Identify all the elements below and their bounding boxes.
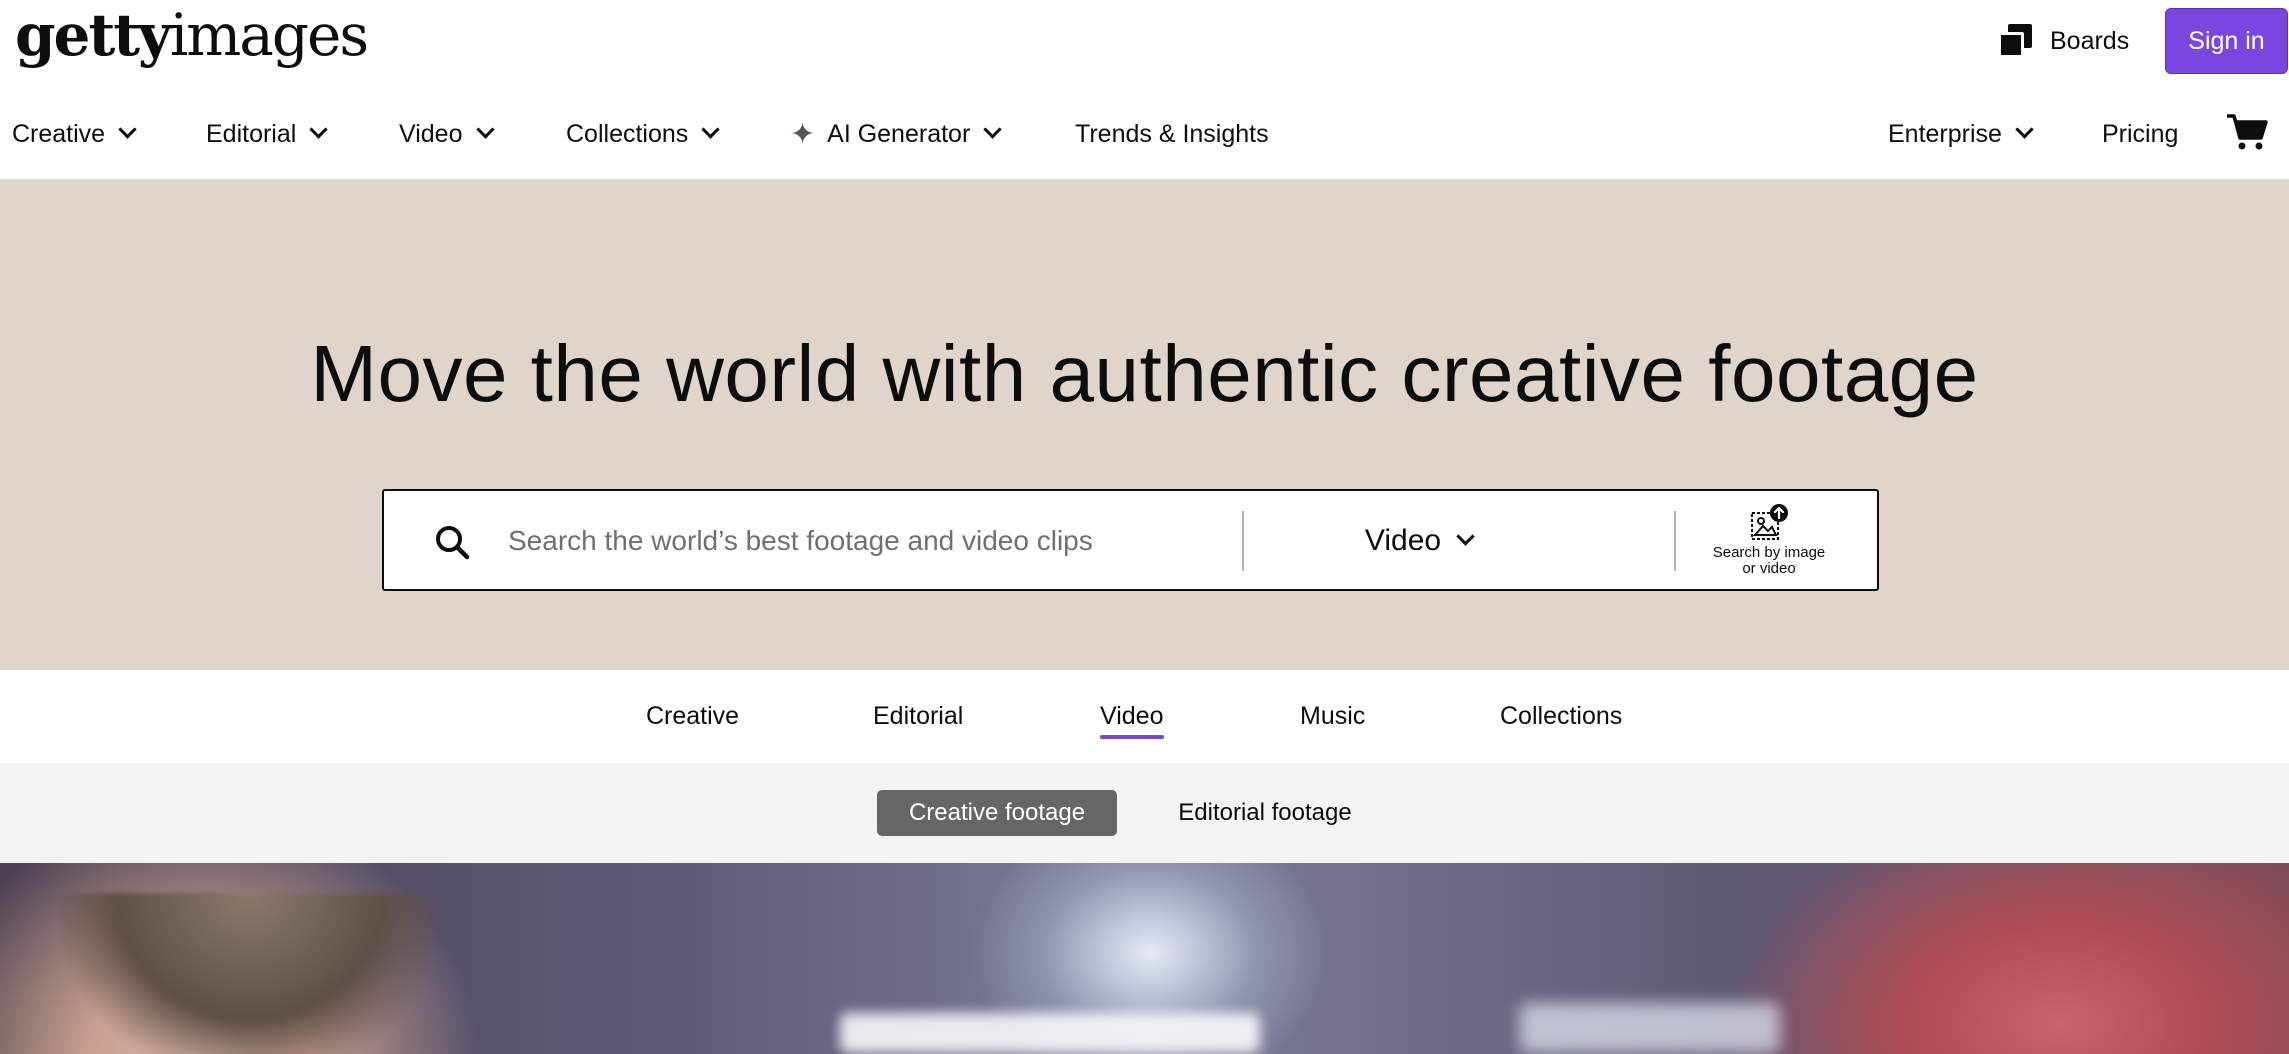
site-header: getty images Boards Sign in Creative Edit… [0,0,2289,180]
video-frame-detail [60,893,440,1054]
boards-icon [1998,24,2032,58]
search-by-image-line1: Search by image [1712,544,1826,561]
boards-label: Boards [2050,26,2130,55]
boards-link[interactable]: Boards [1998,18,2129,64]
main-nav: Creative Editorial Video Collections ✦ A… [0,104,2289,164]
chevron-down-icon [310,123,326,139]
tab-collections[interactable]: Collections [1500,670,1622,763]
subtab-editorial-footage[interactable]: Editorial footage [1160,790,1370,836]
sparkle-icon: ✦ [790,117,816,151]
nav-item-ai-generator[interactable]: ✦ AI Generator [790,104,1000,164]
nav-item-label: Enterprise [1888,119,2002,148]
nav-item-collections[interactable]: Collections [566,104,718,164]
sign-in-button[interactable]: Sign in [2165,8,2288,74]
media-type-value: Video [1364,524,1442,557]
tab-creative[interactable]: Creative [646,670,739,763]
media-type-select[interactable]: Video [1244,511,1594,571]
nav-item-label: Editorial [206,119,297,148]
chevron-down-icon [1457,530,1473,546]
hero-section: Move the world with authentic creative f… [0,180,2289,670]
footage-subtabs: Creative footage Editorial footage [0,763,2289,863]
chevron-down-icon [119,123,135,139]
search-bar: Video Search by image or video [382,489,1879,591]
chevron-down-icon [702,123,718,139]
nav-item-enterprise[interactable]: Enterprise [1888,104,2032,164]
nav-item-label: AI Generator [827,119,971,148]
nav-item-trends-insights[interactable]: Trends & Insights [1075,104,1269,164]
logo-getty: getty [15,1,172,69]
nav-item-label: Creative [12,119,106,148]
hero-title: Move the world with authentic creative f… [310,329,1979,418]
search-icon[interactable] [434,524,470,560]
getty-images-logo[interactable]: getty images [15,0,369,70]
nav-item-editorial[interactable]: Editorial [206,104,326,164]
tab-music[interactable]: Music [1300,670,1365,763]
nav-item-pricing[interactable]: Pricing [2102,104,2178,164]
nav-item-video[interactable]: Video [399,104,493,164]
tab-video[interactable]: Video [1100,670,1164,763]
nav-item-label: Collections [566,119,689,148]
nav-item-label: Pricing [2102,119,2179,148]
nav-item-creative[interactable]: Creative [12,104,135,164]
hero-video-frame [0,863,2289,1054]
search-input[interactable] [508,511,1208,571]
subtab-creative-footage[interactable]: Creative footage [877,790,1117,836]
video-frame-detail [1520,1003,1780,1053]
search-by-image-line2: or video [1742,560,1796,577]
video-frame-detail [840,1013,1260,1053]
nav-item-label: Trends & Insights [1075,119,1269,148]
logo-images: images [169,1,369,69]
search-by-image-label: Search by image or video [1674,545,1864,577]
content-tabs: Creative Editorial Video Music Collectio… [0,670,2289,763]
image-upload-icon [1751,504,1788,540]
search-by-image-button[interactable]: Search by image or video [1674,499,1864,585]
nav-item-label: Video [399,119,463,148]
chevron-down-icon [477,123,493,139]
tab-editorial[interactable]: Editorial [873,670,963,763]
chevron-down-icon [2016,123,2032,139]
chevron-down-icon [984,123,1000,139]
cart-icon[interactable] [2226,112,2268,152]
